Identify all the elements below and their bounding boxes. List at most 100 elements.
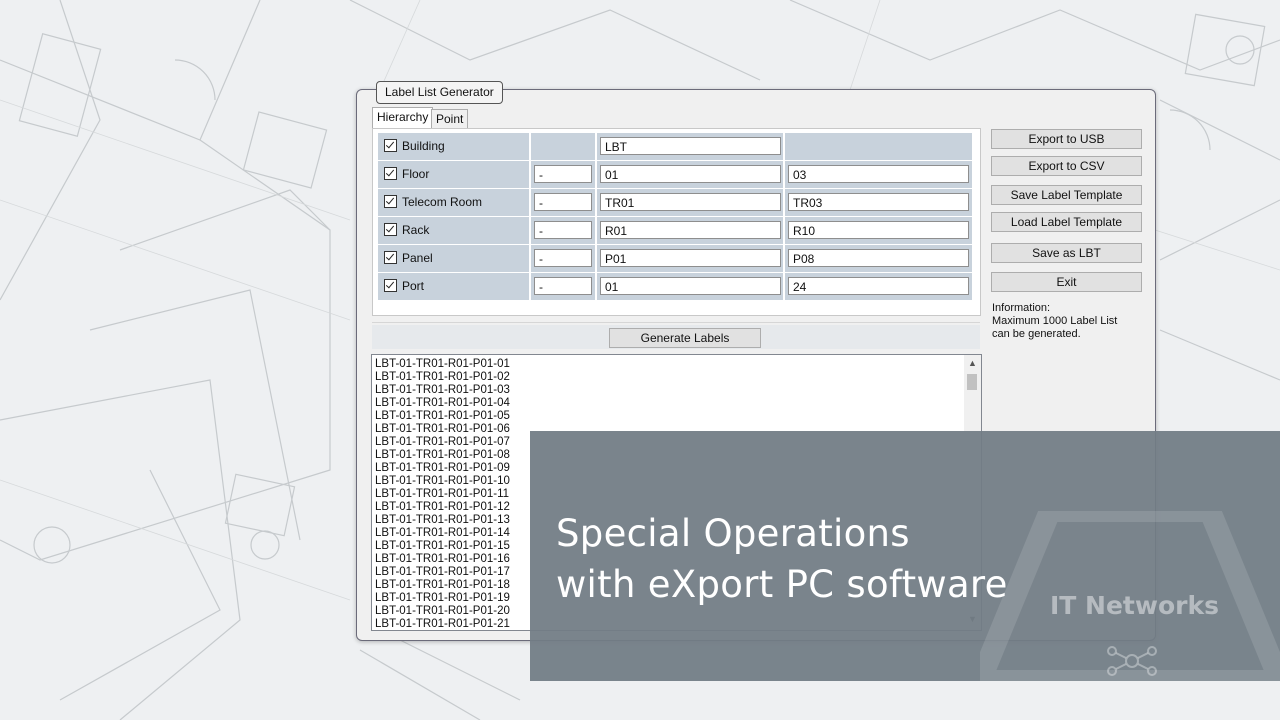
from-cell: P01 bbox=[597, 245, 783, 272]
window-title: Label List Generator bbox=[376, 81, 503, 104]
list-item[interactable]: LBT-01-TR01-R01-P01-05 bbox=[375, 410, 510, 423]
list-item[interactable]: LBT-01-TR01-R01-P01-11 bbox=[375, 488, 510, 501]
separator-cell: - bbox=[531, 189, 595, 216]
telecom-room-checkbox[interactable] bbox=[384, 195, 397, 208]
separator-cell: - bbox=[531, 273, 595, 300]
port-label: Port bbox=[402, 279, 425, 293]
rack-from-input[interactable]: R01 bbox=[600, 221, 781, 239]
list-item[interactable]: LBT-01-TR01-R01-P01-01 bbox=[375, 358, 510, 371]
rack-checkbox[interactable] bbox=[384, 223, 397, 236]
save-label-template-button[interactable]: Save Label Template bbox=[991, 185, 1142, 205]
info-heading: Information: bbox=[992, 302, 1051, 314]
port-checkbox[interactable] bbox=[384, 279, 397, 292]
hierarchy-row-telecom-room: Telecom Room - TR01 TR03 bbox=[378, 189, 972, 217]
to-cell: 24 bbox=[785, 273, 972, 300]
row-label-cell: Port bbox=[378, 273, 529, 300]
to-cell: R10 bbox=[785, 217, 972, 244]
telecom-room-to-input[interactable]: TR03 bbox=[788, 193, 969, 211]
telecom-room-label: Telecom Room bbox=[402, 195, 483, 209]
rack-label: Rack bbox=[402, 223, 430, 237]
to-cell: TR03 bbox=[785, 189, 972, 216]
title-banner: Special Operations with eXport PC softwa… bbox=[530, 431, 1280, 681]
building-checkbox[interactable] bbox=[384, 139, 397, 152]
from-cell: 01 bbox=[597, 161, 783, 188]
from-cell: LBT bbox=[597, 133, 783, 160]
floor-label: Floor bbox=[402, 167, 430, 181]
information-text: Information: Maximum 1000 Label List can… bbox=[992, 302, 1132, 341]
hierarchy-row-port: Port - 01 24 bbox=[378, 273, 972, 301]
list-item[interactable]: LBT-01-TR01-R01-P01-19 bbox=[375, 592, 510, 605]
list-item[interactable]: LBT-01-TR01-R01-P01-20 bbox=[375, 605, 510, 618]
panel-to-input[interactable]: P08 bbox=[788, 249, 969, 267]
list-item[interactable]: LBT-01-TR01-R01-P01-21 bbox=[375, 618, 510, 630]
telecom-room-from-input[interactable]: TR01 bbox=[600, 193, 781, 211]
panel-separator-input[interactable]: - bbox=[534, 249, 592, 267]
info-line: can be generated. bbox=[992, 328, 1081, 340]
list-item[interactable]: LBT-01-TR01-R01-P01-08 bbox=[375, 449, 510, 462]
export-usb-button[interactable]: Export to USB bbox=[991, 129, 1142, 149]
port-from-input[interactable]: 01 bbox=[600, 277, 781, 295]
from-cell: 01 bbox=[597, 273, 783, 300]
hierarchy-row-rack: Rack - R01 R10 bbox=[378, 217, 972, 245]
headline: Special Operations with eXport PC softwa… bbox=[556, 508, 1008, 610]
separator-cell: - bbox=[531, 245, 595, 272]
row-label-cell: Telecom Room bbox=[378, 189, 529, 216]
list-item[interactable]: LBT-01-TR01-R01-P01-17 bbox=[375, 566, 510, 579]
panel-label: Panel bbox=[402, 251, 433, 265]
separator-cell-empty bbox=[531, 133, 595, 160]
telecom-room-separator-input[interactable]: - bbox=[534, 193, 592, 211]
panel-from-input[interactable]: P01 bbox=[600, 249, 781, 267]
floor-separator-input[interactable]: - bbox=[534, 165, 592, 183]
panel-checkbox[interactable] bbox=[384, 251, 397, 264]
list-item[interactable]: LBT-01-TR01-R01-P01-09 bbox=[375, 462, 510, 475]
rack-separator-input[interactable]: - bbox=[534, 221, 592, 239]
hierarchy-row-building: Building LBT bbox=[378, 133, 972, 161]
scroll-thumb[interactable] bbox=[967, 374, 977, 390]
list-item[interactable]: LBT-01-TR01-R01-P01-06 bbox=[375, 423, 510, 436]
list-item[interactable]: LBT-01-TR01-R01-P01-12 bbox=[375, 501, 510, 514]
hierarchy-row-floor: Floor - 01 03 bbox=[378, 161, 972, 189]
tab-point-to-point[interactable]: Point to Point bbox=[431, 109, 469, 162]
load-label-template-button[interactable]: Load Label Template bbox=[991, 212, 1142, 232]
separator-cell: - bbox=[531, 161, 595, 188]
floor-to-input[interactable]: 03 bbox=[788, 165, 969, 183]
list-item[interactable]: LBT-01-TR01-R01-P01-13 bbox=[375, 514, 510, 527]
exit-button[interactable]: Exit bbox=[991, 272, 1142, 292]
list-item[interactable]: LBT-01-TR01-R01-P01-03 bbox=[375, 384, 510, 397]
list-item[interactable]: LBT-01-TR01-R01-P01-02 bbox=[375, 371, 510, 384]
row-label-cell: Building bbox=[378, 133, 529, 160]
list-item[interactable]: LBT-01-TR01-R01-P01-16 bbox=[375, 553, 510, 566]
from-cell: R01 bbox=[597, 217, 783, 244]
separator-cell: - bbox=[531, 217, 595, 244]
brand-name: IT Networks bbox=[1050, 591, 1219, 620]
list-item[interactable]: LBT-01-TR01-R01-P01-07 bbox=[375, 436, 510, 449]
headline-line-2: with eXport PC software bbox=[556, 563, 1008, 606]
tab-hierarchy[interactable]: Hierarchy bbox=[372, 107, 434, 128]
hierarchy-panel: Building LBT Floor - 01 03 Telecom Room … bbox=[372, 128, 981, 316]
list-item[interactable]: LBT-01-TR01-R01-P01-15 bbox=[375, 540, 510, 553]
row-label-cell: Rack bbox=[378, 217, 529, 244]
scroll-up-icon[interactable]: ▲ bbox=[964, 355, 981, 372]
row-label-cell: Panel bbox=[378, 245, 529, 272]
headline-line-1: Special Operations bbox=[556, 512, 910, 555]
info-line: Maximum 1000 Label List bbox=[992, 315, 1118, 327]
building-from-input[interactable]: LBT bbox=[600, 137, 781, 155]
generate-labels-button[interactable]: Generate Labels bbox=[609, 328, 761, 348]
list-item[interactable]: LBT-01-TR01-R01-P01-04 bbox=[375, 397, 510, 410]
port-to-input[interactable]: 24 bbox=[788, 277, 969, 295]
row-label-cell: Floor bbox=[378, 161, 529, 188]
floor-from-input[interactable]: 01 bbox=[600, 165, 781, 183]
list-item[interactable]: LBT-01-TR01-R01-P01-10 bbox=[375, 475, 510, 488]
to-cell: P08 bbox=[785, 245, 972, 272]
floor-checkbox[interactable] bbox=[384, 167, 397, 180]
list-item[interactable]: LBT-01-TR01-R01-P01-14 bbox=[375, 527, 510, 540]
list-item[interactable]: LBT-01-TR01-R01-P01-18 bbox=[375, 579, 510, 592]
building-label: Building bbox=[402, 139, 445, 153]
to-cell-empty bbox=[785, 133, 972, 160]
rack-to-input[interactable]: R10 bbox=[788, 221, 969, 239]
save-as-lbt-button[interactable]: Save as LBT bbox=[991, 243, 1142, 263]
export-csv-button[interactable]: Export to CSV bbox=[991, 156, 1142, 176]
port-separator-input[interactable]: - bbox=[534, 277, 592, 295]
divider bbox=[372, 322, 980, 323]
from-cell: TR01 bbox=[597, 189, 783, 216]
